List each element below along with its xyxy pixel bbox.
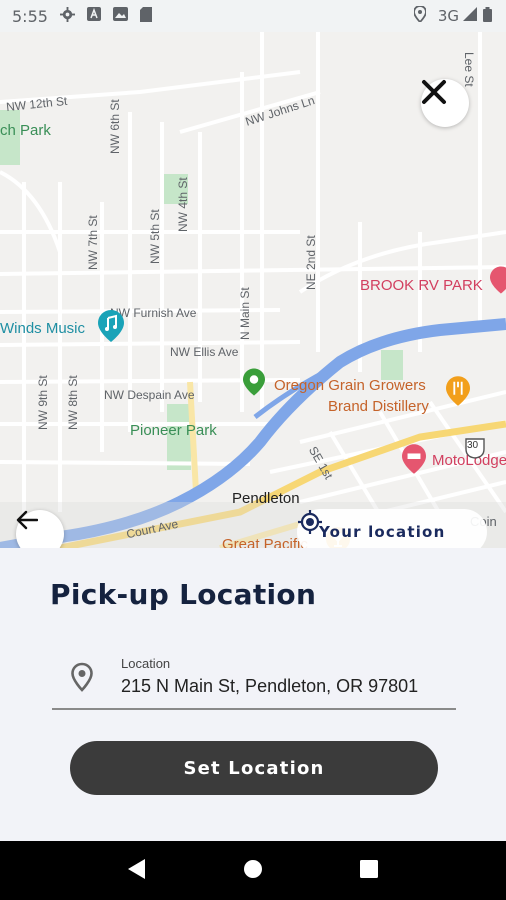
network-type: 3G — [437, 7, 459, 25]
location-icon — [412, 5, 427, 26]
map-place-label: ch Park — [0, 122, 51, 139]
map-street-label: NW 7th St — [86, 215, 100, 270]
highway-shield-number: 30 — [467, 440, 479, 451]
image-icon — [112, 7, 128, 25]
location-pin-icon — [70, 662, 94, 696]
status-time: 5:55 — [12, 6, 48, 26]
map-place-label: Pioneer Park — [130, 422, 217, 439]
nav-back-icon[interactable] — [128, 858, 146, 883]
map-street-label: NW 5th St — [148, 209, 162, 264]
a-icon — [86, 7, 101, 25]
map-street-label: N Main St — [238, 287, 252, 340]
map-view[interactable]: NW 12th St NW Johns Ln NW 6th St NW 4th … — [0, 32, 506, 548]
map-place-label: Winds Music — [0, 320, 86, 337]
close-button[interactable] — [421, 79, 469, 127]
map-street-label: NE 2nd St — [304, 235, 318, 290]
signal-icon — [463, 7, 477, 25]
nav-recents-icon[interactable] — [359, 859, 378, 882]
set-location-button[interactable]: Set Location — [70, 741, 438, 795]
pickup-sheet: Pick-up Location Location 215 N Main St,… — [0, 548, 506, 841]
map-place-label: Great Pacific — [222, 536, 308, 548]
your-location-label: Your location — [319, 523, 446, 541]
map-place-label: BROOK RV PARK — [360, 277, 483, 294]
map-place-label: Oregon Grain Growers — [274, 377, 426, 394]
map-place-label: Pendleton — [232, 490, 300, 507]
location-field-value[interactable]: 215 N Main St, Pendleton, OR 97801 — [121, 676, 437, 697]
nav-home-icon[interactable] — [243, 859, 263, 883]
page-title: Pick-up Location — [50, 578, 317, 611]
location-field[interactable]: Location 215 N Main St, Pendleton, OR 97… — [52, 648, 456, 710]
map-street-label: NW 8th St — [66, 375, 80, 430]
status-bar: 5:55 3G — [0, 0, 506, 32]
sd-card-icon — [139, 6, 152, 26]
navigation-bar — [0, 841, 506, 900]
map-street-label: NW 6th St — [108, 99, 122, 154]
battery-icon — [483, 6, 492, 26]
map-street-label: NW 4th St — [176, 177, 190, 232]
map-street-label: NW Ellis Ave — [170, 345, 239, 359]
settings-icon — [59, 6, 75, 26]
location-field-label: Location — [121, 656, 171, 671]
your-location-button[interactable]: Your location — [297, 509, 487, 548]
map-street-label: NW 9th St — [36, 375, 50, 430]
map-street-label: Lee St — [462, 52, 476, 87]
map-place-label: Brand Distillery — [328, 398, 429, 415]
map-street-label: NW Despain Ave — [104, 388, 195, 402]
